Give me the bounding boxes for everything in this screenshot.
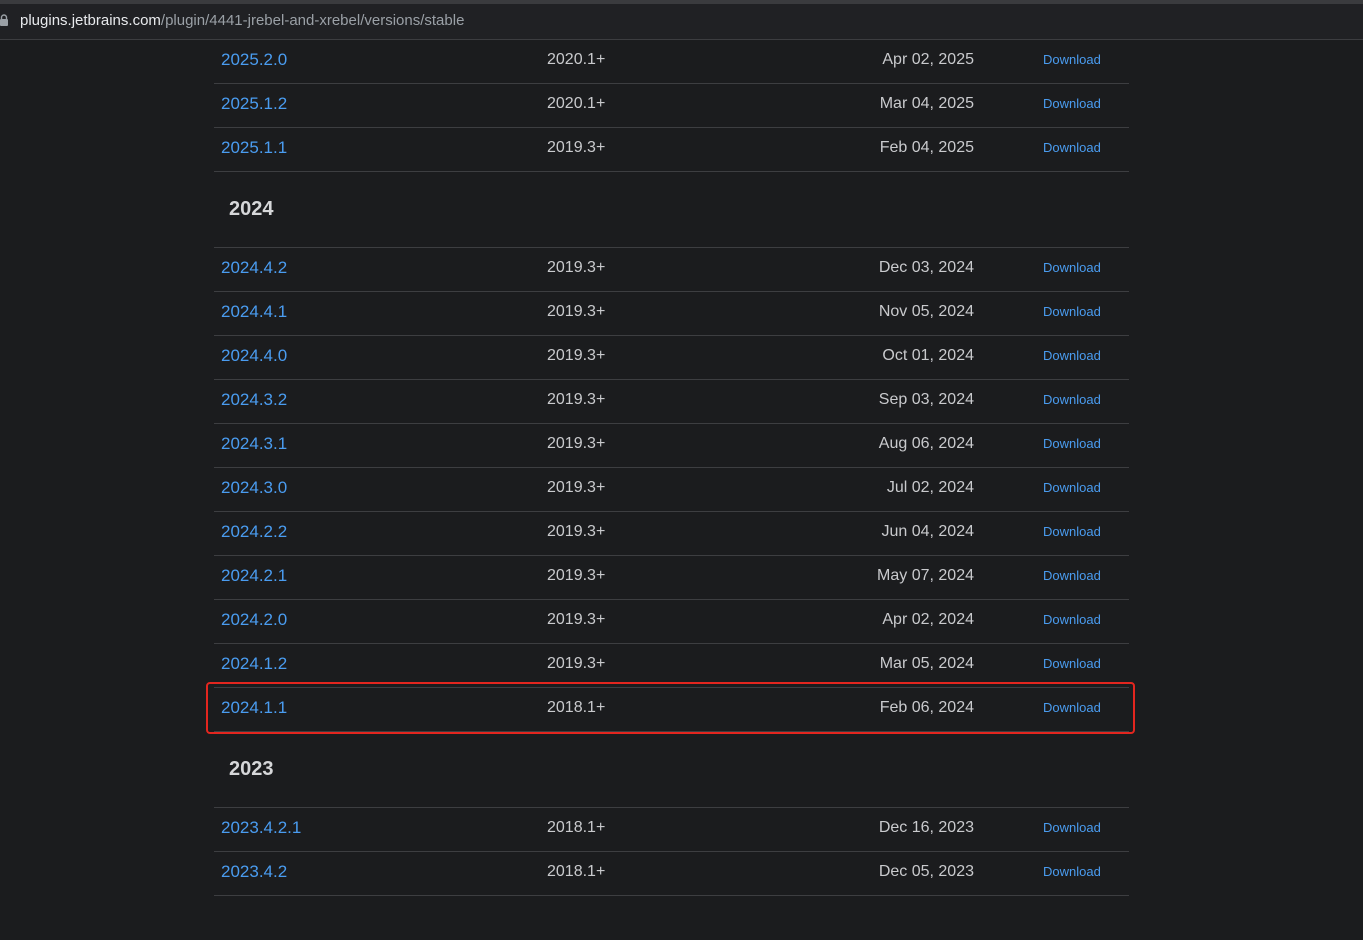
- compatibility-range: 2019.3+: [547, 567, 606, 584]
- compatibility-range: 2020.1+: [547, 51, 606, 68]
- download-link[interactable]: Download: [1043, 424, 1101, 464]
- release-date: Feb 04, 2025: [879, 139, 974, 156]
- version-row: 2024.1.2 2019.3+ Mar 05, 2024 Download: [214, 644, 1129, 688]
- version-row: 2024.3.0 2019.3+ Jul 02, 2024 Download: [214, 468, 1129, 512]
- lock-icon: [0, 14, 8, 26]
- versions-table: 2025.2.0 2020.1+ Apr 02, 2025 Download 2025.…: [214, 40, 1129, 896]
- download-link[interactable]: Download: [1043, 808, 1101, 848]
- version-link[interactable]: 2023.4.2.1: [221, 808, 301, 848]
- compatibility-range: 2018.1+: [547, 819, 606, 836]
- compatibility-range: 2019.3+: [547, 303, 606, 320]
- release-date: Apr 02, 2024: [882, 611, 974, 628]
- version-row: 2024.4.2 2019.3+ Dec 03, 2024 Download: [214, 247, 1129, 292]
- download-link[interactable]: Download: [1043, 84, 1101, 124]
- version-link[interactable]: 2024.2.1: [221, 556, 287, 596]
- version-link[interactable]: 2025.1.1: [221, 128, 287, 168]
- url-host: plugins.jetbrains.com: [20, 12, 161, 29]
- release-date: Dec 03, 2024: [878, 259, 974, 276]
- download-link[interactable]: Download: [1043, 512, 1101, 552]
- version-link[interactable]: 2025.2.0: [221, 40, 287, 80]
- version-row: 2024.4.1 2019.3+ Nov 05, 2024 Download: [214, 292, 1129, 336]
- version-row: 2023.4.2.1 2018.1+ Dec 16, 2023 Download: [214, 807, 1129, 852]
- compatibility-range: 2019.3+: [547, 435, 606, 452]
- version-row: 2024.3.2 2019.3+ Sep 03, 2024 Download: [214, 380, 1129, 424]
- release-date: Oct 01, 2024: [882, 347, 974, 364]
- release-date: Jul 02, 2024: [886, 479, 974, 496]
- release-date: Sep 03, 2024: [878, 391, 974, 408]
- compatibility-range: 2019.3+: [547, 347, 606, 364]
- version-link[interactable]: 2024.3.0: [221, 468, 287, 508]
- version-row: 2024.4.0 2019.3+ Oct 01, 2024 Download: [214, 336, 1129, 380]
- version-link[interactable]: 2024.3.2: [221, 380, 287, 420]
- release-date: Feb 06, 2024: [879, 699, 974, 716]
- address-bar[interactable]: plugins.jetbrains.com/plugin/4441-jrebel…: [0, 0, 1363, 40]
- compatibility-range: 2019.3+: [547, 655, 606, 672]
- year-heading: 2023: [214, 732, 1129, 807]
- version-row: 2024.2.2 2019.3+ Jun 04, 2024 Download: [214, 512, 1129, 556]
- compatibility-range: 2019.3+: [547, 259, 606, 276]
- release-date: Mar 05, 2024: [879, 655, 974, 672]
- version-link[interactable]: 2024.4.0: [221, 336, 287, 376]
- version-link[interactable]: 2024.2.2: [221, 512, 287, 552]
- download-link[interactable]: Download: [1043, 600, 1101, 640]
- version-link[interactable]: 2024.2.0: [221, 600, 287, 640]
- download-link[interactable]: Download: [1043, 468, 1101, 508]
- year-heading: 2024: [214, 172, 1129, 247]
- version-link[interactable]: 2023.4.2: [221, 852, 287, 892]
- version-row: 2023.4.2 2018.1+ Dec 05, 2023 Download: [214, 852, 1129, 896]
- compatibility-range: 2019.3+: [547, 391, 606, 408]
- version-row: 2025.2.0 2020.1+ Apr 02, 2025 Download: [214, 40, 1129, 84]
- download-link[interactable]: Download: [1043, 852, 1101, 892]
- download-link[interactable]: Download: [1043, 336, 1101, 376]
- compatibility-range: 2019.3+: [547, 523, 606, 540]
- year-heading-label: 2023: [229, 758, 274, 780]
- release-date: Aug 06, 2024: [878, 435, 974, 452]
- version-row: 2025.1.1 2019.3+ Feb 04, 2025 Download: [214, 128, 1129, 172]
- release-date: Nov 05, 2024: [878, 303, 974, 320]
- release-date: May 07, 2024: [877, 567, 974, 584]
- compatibility-range: 2020.1+: [547, 95, 606, 112]
- compatibility-range: 2019.3+: [547, 139, 606, 156]
- version-link[interactable]: 2024.1.1: [221, 688, 287, 728]
- download-link[interactable]: Download: [1043, 644, 1101, 684]
- release-date: Apr 02, 2025: [882, 51, 974, 68]
- year-heading-label: 2024: [229, 198, 274, 220]
- version-link[interactable]: 2024.4.2: [221, 248, 287, 288]
- url-path: /plugin/4441-jrebel-and-xrebel/versions/…: [160, 12, 465, 29]
- download-link[interactable]: Download: [1043, 248, 1101, 288]
- compatibility-range: 2018.1+: [547, 699, 606, 716]
- release-date: Jun 04, 2024: [881, 523, 974, 540]
- version-link[interactable]: 2024.4.1: [221, 292, 287, 332]
- download-link[interactable]: Download: [1043, 556, 1101, 596]
- version-link[interactable]: 2024.3.1: [221, 424, 287, 464]
- version-row: 2024.3.1 2019.3+ Aug 06, 2024 Download: [214, 424, 1129, 468]
- download-link[interactable]: Download: [1043, 292, 1101, 332]
- download-link[interactable]: Download: [1043, 380, 1101, 420]
- version-row-highlighted: 2024.1.1 2018.1+ Feb 06, 2024 Download: [214, 688, 1129, 732]
- compatibility-range: 2019.3+: [547, 479, 606, 496]
- version-row: 2024.2.0 2019.3+ Apr 02, 2024 Download: [214, 600, 1129, 644]
- release-date: Mar 04, 2025: [879, 95, 974, 112]
- release-date: Dec 05, 2023: [878, 863, 974, 880]
- version-row: 2025.1.2 2020.1+ Mar 04, 2025 Download: [214, 84, 1129, 128]
- url-text[interactable]: plugins.jetbrains.com/plugin/4441-jrebel…: [20, 12, 464, 30]
- version-link[interactable]: 2025.1.2: [221, 84, 287, 124]
- release-date: Dec 16, 2023: [878, 819, 974, 836]
- version-link[interactable]: 2024.1.2: [221, 644, 287, 684]
- compatibility-range: 2018.1+: [547, 863, 606, 880]
- download-link[interactable]: Download: [1043, 688, 1101, 728]
- version-row: 2024.2.1 2019.3+ May 07, 2024 Download: [214, 556, 1129, 600]
- download-link[interactable]: Download: [1043, 128, 1101, 168]
- compatibility-range: 2019.3+: [547, 611, 606, 628]
- download-link[interactable]: Download: [1043, 40, 1101, 80]
